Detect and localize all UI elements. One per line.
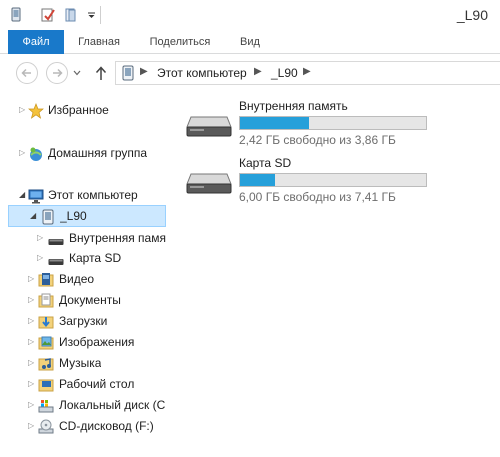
homegroup-icon [30, 147, 42, 161]
drive-free-space: 6,00 ГБ свободно из 7,41 ГБ [239, 190, 396, 204]
tab-view[interactable]: Вид [232, 30, 268, 54]
expand-arrow-icon[interactable]: ▷ [28, 379, 34, 388]
breadcrumb-this-pc[interactable]: Этот компьютер [157, 66, 247, 80]
usage-bar-fill [240, 117, 310, 129]
expand-arrow-icon[interactable]: ▷ [28, 358, 34, 367]
back-button[interactable] [16, 62, 38, 84]
tab-share[interactable]: Поделиться [140, 30, 220, 54]
phone-icon [42, 209, 54, 225]
expand-arrow-icon[interactable]: ▷ [37, 253, 43, 262]
documents-folder-icon [38, 293, 54, 308]
drive-name: Карта SD [239, 156, 292, 170]
breadcrumb-separator[interactable]: ▶ [140, 66, 148, 77]
usage-bar-fill [240, 174, 276, 186]
nav-item-music[interactable]: ▷ Музыка [0, 353, 168, 374]
drive-sd-card[interactable]: Карта SD 6,00 ГБ свободно из 7,41 ГБ [185, 156, 485, 208]
window-title: _L90 [456, 7, 488, 23]
usage-bar [239, 173, 427, 187]
cd-drive-icon [38, 419, 54, 434]
drive-free-space: 2,42 ГБ свободно из 3,86 ГБ [239, 133, 396, 147]
breadcrumb-separator[interactable]: ▶ [303, 66, 311, 77]
expand-arrow-icon[interactable]: ▷ [19, 105, 25, 114]
back-arrow-icon [21, 68, 31, 78]
nav-label: CD-дисковод (F:) [59, 419, 154, 433]
drive-internal-storage[interactable]: Внутренняя память 2,42 ГБ свободно из 3,… [185, 99, 485, 151]
downloads-folder-icon [38, 316, 54, 329]
storage-drive-icon [48, 259, 64, 265]
expand-arrow-icon[interactable]: ▷ [28, 274, 34, 283]
nav-label: Музыка [59, 356, 102, 370]
nav-label: Избранное [48, 103, 109, 117]
expand-arrow-icon[interactable]: ▷ [28, 337, 34, 346]
expand-arrow-icon[interactable]: ▷ [28, 421, 34, 430]
storage-drive-icon [186, 173, 232, 194]
title-separator [100, 6, 101, 24]
videos-folder-icon [38, 273, 54, 287]
customize-toolbar-icon[interactable] [84, 7, 100, 23]
address-bar[interactable]: ▶ Этот компьютер ▶ _L90 ▶ [115, 61, 500, 85]
nav-item-videos[interactable]: ▷ Видео [0, 269, 168, 290]
nav-item-cd-drive[interactable]: ▷ CD-дисковод (F:) [0, 416, 168, 437]
expand-arrow-icon[interactable]: ▷ [28, 316, 34, 325]
nav-item-internal-storage[interactable]: ▷ Внутренняя памя [0, 228, 168, 249]
content-pane: Внутренняя память 2,42 ГБ свободно из 3,… [175, 92, 500, 457]
nav-label: Внутренняя памя [69, 231, 166, 245]
desktop-folder-icon [38, 379, 54, 392]
phone-icon [122, 65, 134, 81]
nav-label: Изображения [59, 335, 135, 349]
computer-icon [28, 189, 44, 204]
nav-item-this-pc[interactable]: ◢ Этот компьютер [0, 185, 168, 206]
nav-item-homegroup[interactable]: ▷ Домашняя группа [0, 143, 168, 164]
usage-bar [239, 116, 427, 130]
nav-label: Видео [59, 272, 95, 286]
new-folder-icon[interactable] [63, 7, 79, 23]
music-folder-icon [38, 358, 54, 371]
expand-arrow-icon[interactable]: ▷ [19, 148, 25, 157]
nav-item-downloads[interactable]: ▷ Загрузки [0, 311, 168, 332]
tab-home[interactable]: Главная [70, 30, 128, 54]
nav-label: Рабочий стол [59, 377, 135, 391]
storage-drive-icon [186, 116, 232, 137]
forward-button[interactable] [46, 62, 68, 84]
nav-label: Локальный диск (С [59, 398, 166, 412]
pictures-folder-icon [38, 336, 54, 350]
expand-arrow-icon[interactable]: ▷ [37, 233, 43, 242]
address-row: ▶ Этот компьютер ▶ _L90 ▶ [0, 54, 500, 92]
nav-label: Этот компьютер [48, 188, 138, 202]
nav-label: _L90 [60, 209, 87, 223]
nav-item-local-disk[interactable]: ▷ Локальный диск (С [0, 395, 168, 416]
collapse-arrow-icon[interactable]: ◢ [19, 190, 25, 199]
ribbon-tabs: Файл Главная Поделиться Вид [0, 30, 500, 54]
nav-item-desktop[interactable]: ▷ Рабочий стол [0, 374, 168, 395]
star-icon [28, 103, 44, 119]
tab-file[interactable]: Файл [8, 30, 64, 54]
nav-label: Документы [59, 293, 121, 307]
nav-item-sd-card[interactable]: ▷ Карта SD [0, 248, 168, 269]
nav-item-documents[interactable]: ▷ Документы [0, 290, 168, 311]
nav-item-device[interactable]: ◢ _L90 [8, 205, 166, 227]
drive-name: Внутренняя память [239, 99, 348, 113]
up-arrow-icon[interactable] [94, 65, 108, 81]
breadcrumb-device[interactable]: _L90 [271, 66, 298, 80]
expand-arrow-icon[interactable]: ▷ [28, 295, 34, 304]
local-disk-icon [38, 400, 54, 413]
device-icon[interactable] [8, 7, 24, 23]
expand-arrow-icon[interactable]: ▷ [28, 400, 34, 409]
nav-label: Домашняя группа [48, 146, 148, 160]
breadcrumb-separator[interactable]: ▶ [254, 66, 262, 77]
navigation-pane: ▷ Избранное ▷ Домашняя группа ◢ Этот ком… [0, 92, 168, 457]
recent-locations-icon[interactable] [72, 69, 82, 77]
forward-arrow-icon [53, 68, 63, 78]
nav-item-pictures[interactable]: ▷ Изображения [0, 332, 168, 353]
title-bar: _L90 [0, 0, 500, 30]
nav-label: Карта SD [69, 251, 122, 265]
nav-item-favorites[interactable]: ▷ Избранное [0, 100, 168, 121]
properties-icon[interactable] [40, 7, 56, 23]
collapse-arrow-icon[interactable]: ◢ [30, 211, 36, 220]
nav-label: Загрузки [59, 314, 108, 328]
